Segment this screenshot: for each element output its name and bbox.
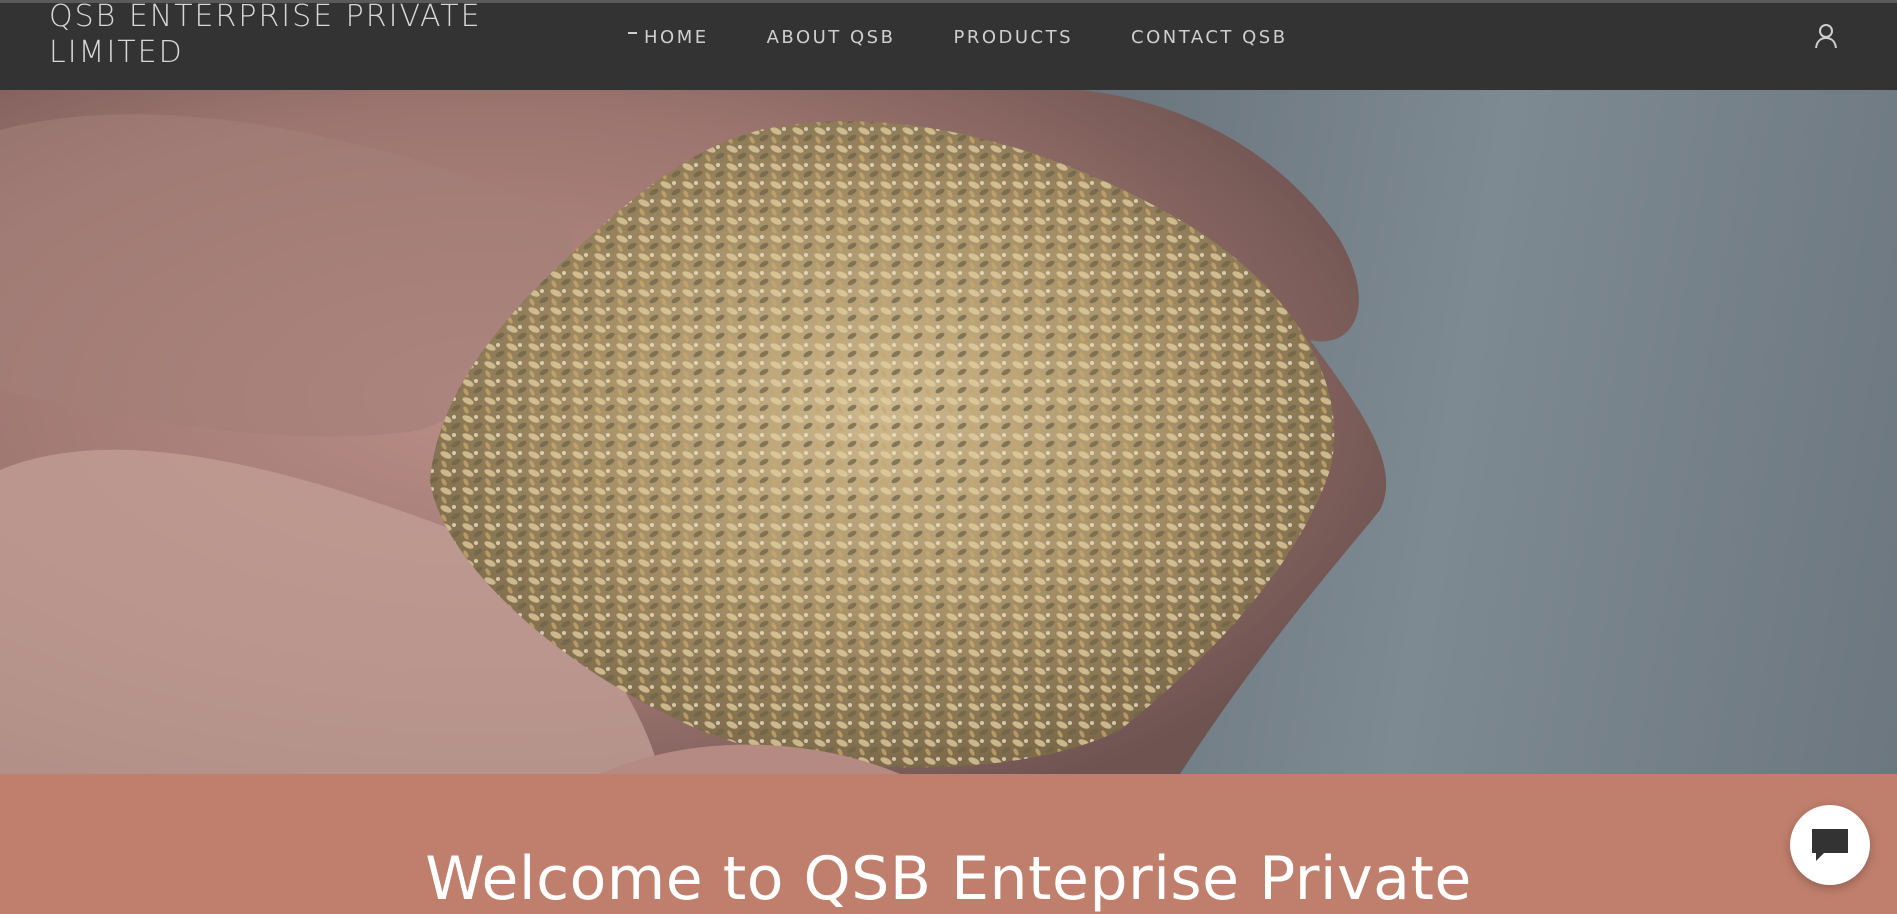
user-icon[interactable] <box>1814 23 1838 49</box>
main-nav: HOME ABOUT QSB PRODUCTS CONTACT QSB <box>628 25 1346 49</box>
nav-products-label: PRODUCTS <box>953 26 1074 48</box>
hero-image <box>0 90 1897 774</box>
nav-products[interactable]: PRODUCTS <box>953 27 1073 48</box>
active-indicator <box>628 32 637 34</box>
nav-contact-label: CONTACT QSB <box>1131 26 1288 48</box>
site-header: QSB ENTERPRISE PRIVATE LIMITED HOME ABOU… <box>0 0 1897 90</box>
nav-contact[interactable]: CONTACT QSB <box>1131 27 1288 48</box>
site-brand[interactable]: QSB ENTERPRISE PRIVATE LIMITED <box>49 0 509 71</box>
chat-bubble-icon <box>1812 829 1848 861</box>
welcome-heading: Welcome to QSB Enteprise Private <box>425 844 1472 914</box>
chat-button[interactable] <box>1790 805 1870 885</box>
welcome-section: Welcome to QSB Enteprise Private <box>0 774 1897 914</box>
nav-home[interactable]: HOME <box>628 27 709 48</box>
nav-about-label: ABOUT QSB <box>766 26 896 48</box>
nav-home-label: HOME <box>644 26 709 48</box>
nav-about[interactable]: ABOUT QSB <box>767 27 896 48</box>
